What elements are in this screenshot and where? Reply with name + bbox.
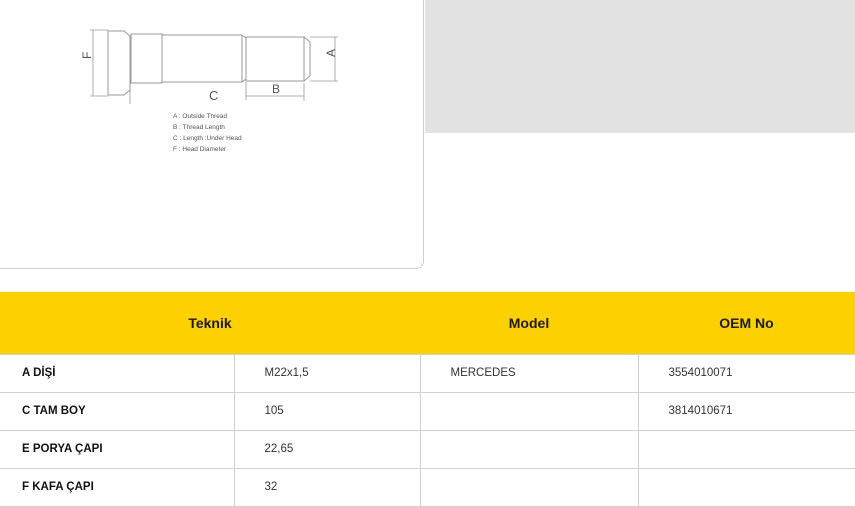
legend-item-b: B : Thread Length <box>173 124 225 131</box>
legend-item-f: F : Head Diameter <box>173 146 227 153</box>
row-model <box>420 430 639 469</box>
legend-item-a: A : Outside Thread <box>173 113 227 120</box>
dim-label-a: A <box>324 49 338 57</box>
row-oem: 3554010071 <box>638 353 855 393</box>
row-model <box>420 468 639 507</box>
row-model <box>420 392 639 431</box>
header-model: Model <box>508 314 550 331</box>
row-label: F KAFA ÇAPI <box>0 468 235 507</box>
table-row: F KAFA ÇAPI 32 <box>0 468 855 507</box>
row-label: A DİŞİ <box>0 353 235 393</box>
row-oem <box>638 430 855 469</box>
header-teknik: Teknik <box>188 314 232 331</box>
bolt-head-shape <box>107 30 131 96</box>
row-value: 105 <box>234 392 421 431</box>
row-label: E PORYA ÇAPI <box>0 430 235 469</box>
dim-label-b: B <box>272 82 280 96</box>
row-label: C TAM BOY <box>0 392 235 431</box>
row-value: 32 <box>234 468 421 507</box>
bolt-shank-shape <box>161 34 243 83</box>
row-value: M22x1,5 <box>234 353 421 393</box>
table-row: C TAM BOY 105 3814010671 <box>0 392 855 431</box>
row-oem: 3814010671 <box>638 392 855 431</box>
spec-table: Teknik Model OEM No A DİŞİ M22x1,5 MERCE… <box>0 292 855 507</box>
dim-label-f: F <box>80 52 94 59</box>
spec-table-header: Teknik Model OEM No <box>0 292 855 354</box>
row-model: MERCEDES <box>420 353 639 393</box>
row-oem <box>638 468 855 507</box>
legend-item-c: C : Length :Under Head <box>173 135 242 142</box>
table-row: A DİŞİ M22x1,5 MERCEDES 3554010071 <box>0 353 855 393</box>
dim-label-c: C <box>209 88 218 103</box>
bolt-thread-shape <box>245 36 305 82</box>
bolt-knurl-shape <box>130 33 163 84</box>
bolt-dimension-diagram: F A C B A : Outside Thread B : Thread Le… <box>80 29 338 153</box>
table-row: E PORYA ÇAPI 22,65 <box>0 430 855 469</box>
header-oem: OEM No <box>719 314 774 331</box>
row-value: 22,65 <box>234 430 421 469</box>
image-placeholder-panel <box>425 0 855 133</box>
